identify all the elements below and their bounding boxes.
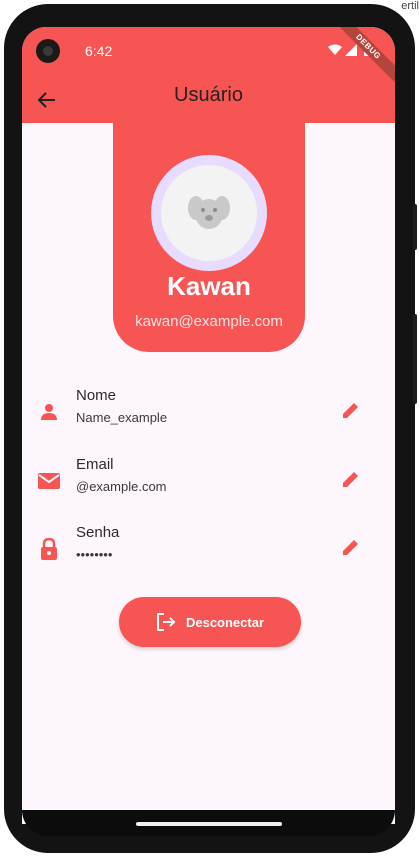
field-value: ••••••••	[76, 547, 113, 562]
profile-name: Kawan	[167, 271, 251, 301]
avatar[interactable]	[161, 165, 257, 261]
edit-nome-button[interactable]	[338, 397, 364, 423]
app-screen: 6:42 DEBUG Usuário Kawan kawan@example.c…	[22, 27, 395, 824]
front-camera	[36, 39, 60, 63]
wifi-icon	[328, 44, 342, 55]
dog-face-icon	[188, 196, 230, 229]
logout-button[interactable]: Desconectar	[119, 597, 301, 647]
lock-icon	[36, 538, 62, 560]
edit-senha-button[interactable]	[338, 534, 364, 560]
field-row-email: Email @example.com	[22, 456, 395, 506]
avatar-ring	[151, 155, 267, 271]
field-row-nome: Nome Name_example	[22, 387, 395, 437]
edit-icon	[343, 472, 358, 487]
field-label: Nome	[76, 387, 117, 404]
field-label: Senha	[76, 524, 120, 541]
status-time: 6:42	[85, 43, 113, 59]
edit-icon	[343, 540, 358, 555]
edit-email-button[interactable]	[338, 466, 364, 492]
volume-button	[413, 204, 417, 250]
signal-icon	[345, 44, 357, 56]
home-indicator[interactable]	[136, 822, 282, 826]
field-row-senha: Senha ••••••••	[22, 524, 395, 574]
app-bar: 6:42 DEBUG Usuário	[22, 27, 395, 123]
profile-email: kawan@example.com	[135, 313, 283, 330]
logout-icon	[156, 613, 176, 631]
edit-icon	[343, 403, 358, 418]
field-label: Email	[76, 456, 114, 473]
logout-label: Desconectar	[185, 614, 265, 630]
debug-banner: DEBUG	[324, 27, 395, 91]
field-value: Name_example	[76, 410, 168, 425]
mail-icon	[36, 470, 62, 492]
profile-card: Kawan kawan@example.com	[113, 123, 305, 352]
field-value: @example.com	[76, 479, 167, 494]
clipped-text: ertil	[401, 0, 419, 12]
page-title: Usuário	[174, 84, 243, 106]
person-icon	[36, 401, 62, 423]
power-button	[413, 314, 417, 404]
